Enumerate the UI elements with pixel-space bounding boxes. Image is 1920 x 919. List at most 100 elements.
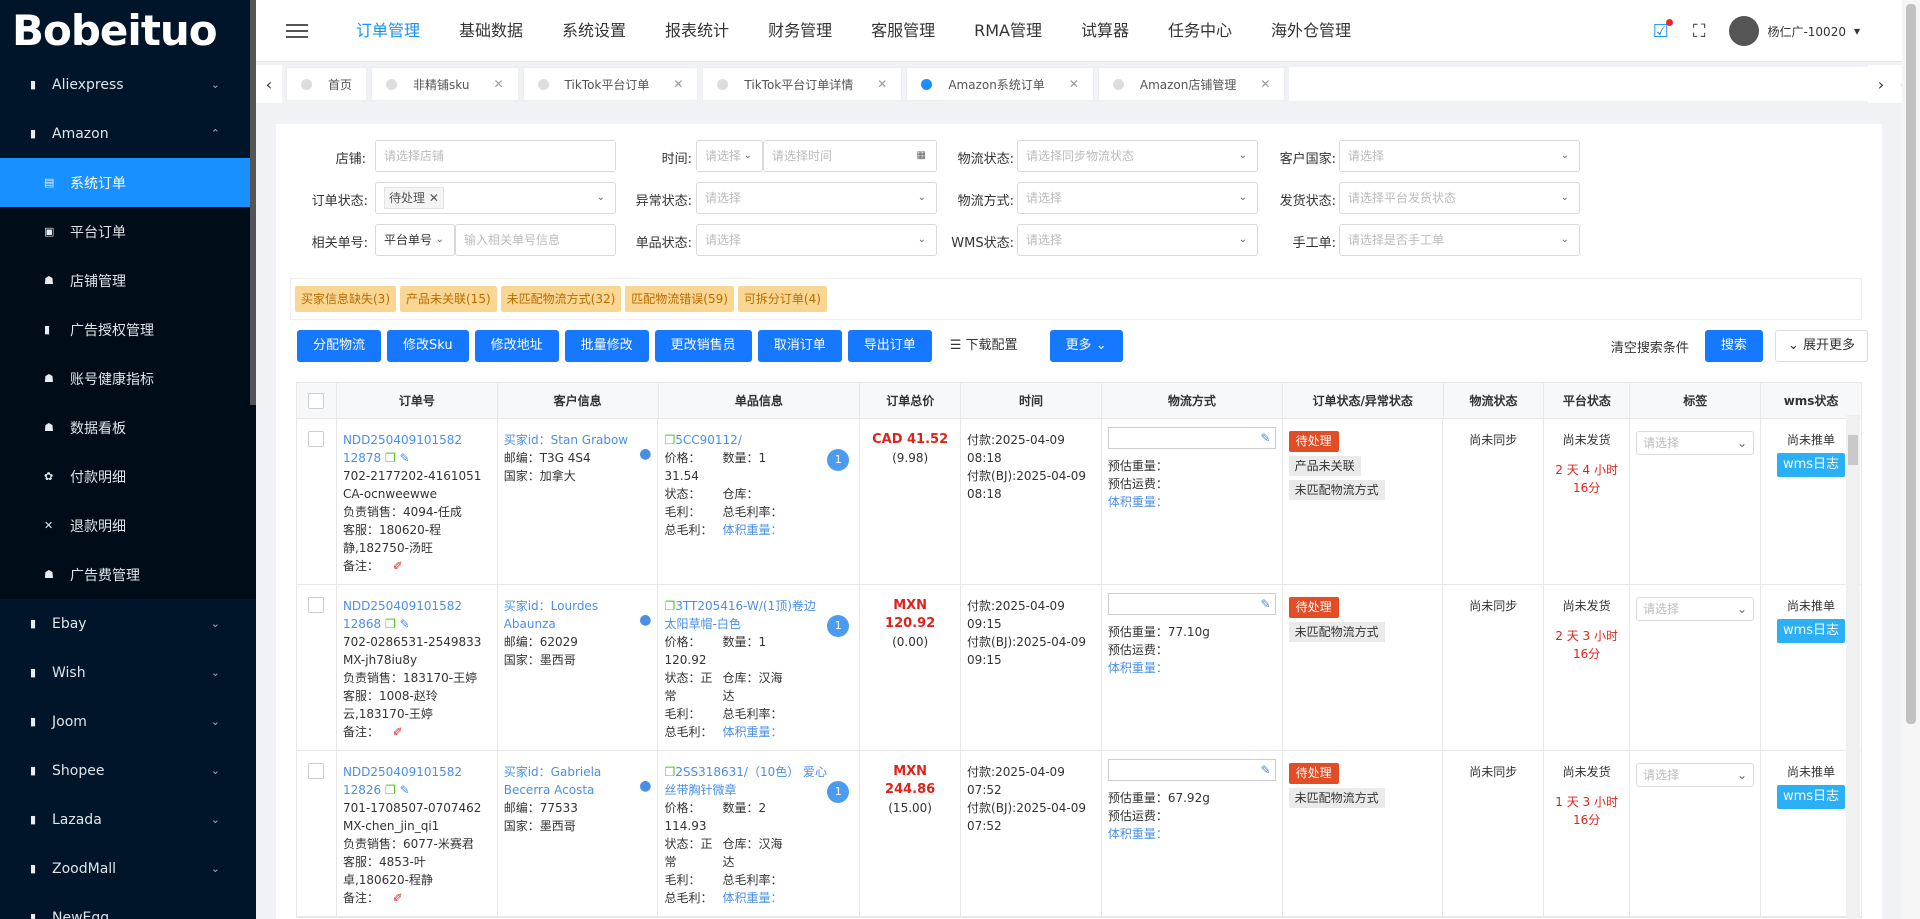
edit-sku-button[interactable]: 修改Sku — [387, 330, 469, 362]
buyer-id[interactable]: 买家id：Lourdes Abaunza — [504, 597, 652, 633]
close-icon[interactable]: ✕ — [493, 77, 503, 91]
wms-log-button[interactable]: wms日志 — [1776, 785, 1846, 809]
export-order-button[interactable]: 导出订单 — [847, 330, 932, 362]
manual-order-select[interactable]: 请选择是否手工单 ⌄ — [1339, 224, 1580, 256]
sidebar-item-lazada[interactable]: ▮ Lazada ⌄ — [0, 795, 256, 844]
edit-icon[interactable]: ✎ — [1261, 429, 1271, 447]
nav-basic-data[interactable]: 基础数据 — [459, 0, 523, 62]
scrollbar-thumb[interactable] — [1848, 435, 1858, 465]
download-config-button[interactable]: ☰ 下载配置 — [937, 330, 1030, 362]
edit-address-button[interactable]: 修改地址 — [474, 330, 559, 362]
select-all-checkbox[interactable] — [308, 392, 325, 409]
alert-badge[interactable]: 匹配物流错误(59) — [625, 286, 734, 312]
sidebar-sub-store-management[interactable]: ☗ 店铺管理 — [0, 256, 256, 305]
sidebar-item-newegg[interactable]: ▮ NewEgg — [0, 893, 256, 919]
user-menu[interactable]: 杨仁广-10020 ▾ — [1729, 16, 1860, 46]
logistics-input[interactable]: ✎ — [1107, 759, 1276, 781]
menu-toggle-icon[interactable] — [286, 23, 308, 38]
tab-home[interactable]: 首页 — [286, 67, 368, 101]
tab-scroll-left-icon[interactable]: ‹ — [256, 65, 282, 103]
country-select[interactable]: 请选择 ⌄ — [1339, 140, 1580, 172]
sidebar-sub-refund[interactable]: ✕ 退款明细 — [0, 501, 256, 550]
tab-scroll-right-icon[interactable]: › — [1868, 65, 1894, 103]
sidebar-sub-account-health[interactable]: ☗ 账号健康指标 — [0, 354, 256, 403]
row-checkbox[interactable] — [308, 431, 325, 447]
nav-reports[interactable]: 报表统计 — [665, 0, 729, 62]
sidebar-item-zoodmall[interactable]: ▮ ZoodMall ⌄ — [0, 844, 256, 893]
nav-rma[interactable]: RMA管理 — [974, 0, 1042, 62]
sidebar-item-amazon[interactable]: ▮ Amazon ⌃ — [0, 109, 256, 158]
sidebar-item-wish[interactable]: ▮ Wish ⌄ — [0, 648, 256, 697]
time-type-select[interactable]: 请选择 ⌄ — [696, 140, 763, 172]
sidebar-item-aliexpress[interactable]: ▮ Aliexpress ⌄ — [0, 60, 256, 109]
pen-icon[interactable]: ✐ — [393, 891, 403, 905]
shop-select[interactable]: 请选择店铺 — [375, 140, 616, 172]
assign-logistics-button[interactable]: 分配物流 — [297, 330, 382, 362]
sidebar-sub-ad-auth[interactable]: ▮ 广告授权管理 — [0, 305, 256, 354]
volume-weight[interactable]: 体积重量： — [722, 723, 792, 741]
sidebar-sub-system-orders[interactable]: ▤ 系统订单 — [0, 158, 256, 207]
close-icon[interactable]: ✕ — [1260, 77, 1270, 91]
order-status-select[interactable]: 待处理 ✕ ⌄ — [375, 182, 616, 214]
edit-icon[interactable]: ✎ — [400, 783, 410, 797]
search-button[interactable]: 搜索 — [1704, 330, 1763, 362]
tab-tiktok-orders[interactable]: TikTok平台订单 ✕ — [522, 67, 699, 101]
pen-icon[interactable]: ✐ — [393, 559, 403, 573]
tab-amazon-store[interactable]: Amazon店铺管理 ✕ — [1097, 67, 1286, 101]
volume-weight[interactable]: 体积重量： — [1108, 659, 1276, 677]
page-scrollbar[interactable] — [1902, 0, 1920, 919]
clear-search-button[interactable]: 清空搜索条件 — [1611, 337, 1689, 356]
volume-weight[interactable]: 体积重量： — [722, 889, 792, 907]
logistics-status-select[interactable]: 请选择同步物流状态 ⌄ — [1017, 140, 1258, 172]
fullscreen-icon[interactable]: ⛶ — [1693, 21, 1706, 42]
tab-amazon-system-orders[interactable]: Amazon系统订单 ✕ — [906, 67, 1094, 101]
tag-select[interactable]: 请选择 ⌄ — [1636, 763, 1755, 787]
sidebar-item-shopee[interactable]: ▮ Shopee ⌄ — [0, 746, 256, 795]
close-icon[interactable]: ✕ — [1069, 77, 1079, 91]
sidebar-sub-dashboard[interactable]: ☗ 数据看板 — [0, 403, 256, 452]
alert-badge[interactable]: 产品未关联(15) — [400, 286, 497, 312]
sku-link[interactable]: 3TT205416-W/(1顶)卷边太阳草帽-白色 — [664, 599, 815, 631]
edit-icon[interactable]: ✎ — [1261, 595, 1271, 613]
pen-icon[interactable]: ✐ — [393, 725, 403, 739]
batch-edit-button[interactable]: 批量修改 — [564, 330, 649, 362]
change-seller-button[interactable]: 更改销售员 — [654, 330, 752, 362]
tab-non-sku[interactable]: 非精铺sku ✕ — [371, 67, 519, 101]
wms-log-button[interactable]: wms日志 — [1776, 453, 1846, 477]
buyer-id[interactable]: 买家id：Gabriela Becerra Acosta — [504, 763, 652, 799]
task-list-icon[interactable]: ☑ — [1653, 18, 1673, 42]
sidebar-sub-platform-orders[interactable]: ▣ 平台订单 — [0, 207, 256, 256]
row-checkbox[interactable] — [308, 763, 325, 779]
copy-icon[interactable]: ❐ — [664, 765, 675, 779]
ship-status-select[interactable]: 请选择平台发货状态 ⌄ — [1339, 182, 1580, 214]
related-no-type-select[interactable]: 平台单号 ⌄ — [375, 224, 455, 256]
close-icon[interactable]: ✕ — [673, 77, 683, 91]
alert-badge[interactable]: 未匹配物流方式(32) — [500, 286, 622, 312]
edit-icon[interactable]: ✎ — [400, 617, 410, 631]
item-status-select[interactable]: 请选择 ⌄ — [696, 224, 937, 256]
volume-weight[interactable]: 体积重量： — [1108, 825, 1276, 843]
nav-overseas-warehouse[interactable]: 海外仓管理 — [1271, 0, 1351, 62]
copy-icon[interactable]: ❐ — [664, 433, 675, 447]
sidebar-item-ebay[interactable]: ▮ Ebay ⌄ — [0, 599, 256, 648]
nav-system-settings[interactable]: 系统设置 — [562, 0, 626, 62]
volume-weight[interactable]: 体积重量： — [1108, 493, 1276, 511]
tag-select[interactable]: 请选择 ⌄ — [1636, 597, 1755, 621]
user-icon[interactable]: ● — [639, 611, 651, 629]
more-button[interactable]: 更多 ⌄ — [1049, 330, 1123, 362]
alert-badge[interactable]: 可拆分订单(4) — [737, 286, 827, 312]
copy-icon[interactable]: ❐ — [385, 783, 396, 797]
cancel-order-button[interactable]: 取消订单 — [757, 330, 842, 362]
edit-icon[interactable]: ✎ — [400, 451, 410, 465]
nav-task-center[interactable]: 任务中心 — [1168, 0, 1232, 62]
abnormal-select[interactable]: 请选择 ⌄ — [696, 182, 937, 214]
alert-badge[interactable]: 买家信息缺失(3) — [295, 286, 396, 312]
copy-icon[interactable]: ❐ — [385, 617, 396, 631]
sku-link[interactable]: 5CC90112/ — [675, 433, 742, 447]
row-checkbox[interactable] — [308, 597, 325, 613]
sidebar-sub-ad-fee[interactable]: ☗ 广告费管理 — [0, 550, 256, 599]
logistics-method-select[interactable]: 请选择 ⌄ — [1017, 182, 1258, 214]
expand-more-button[interactable]: ⌄ 展开更多 — [1774, 330, 1868, 362]
related-no-input[interactable]: 输入相关单号信息 — [455, 224, 616, 256]
scrollbar-thumb[interactable] — [1906, 4, 1916, 724]
